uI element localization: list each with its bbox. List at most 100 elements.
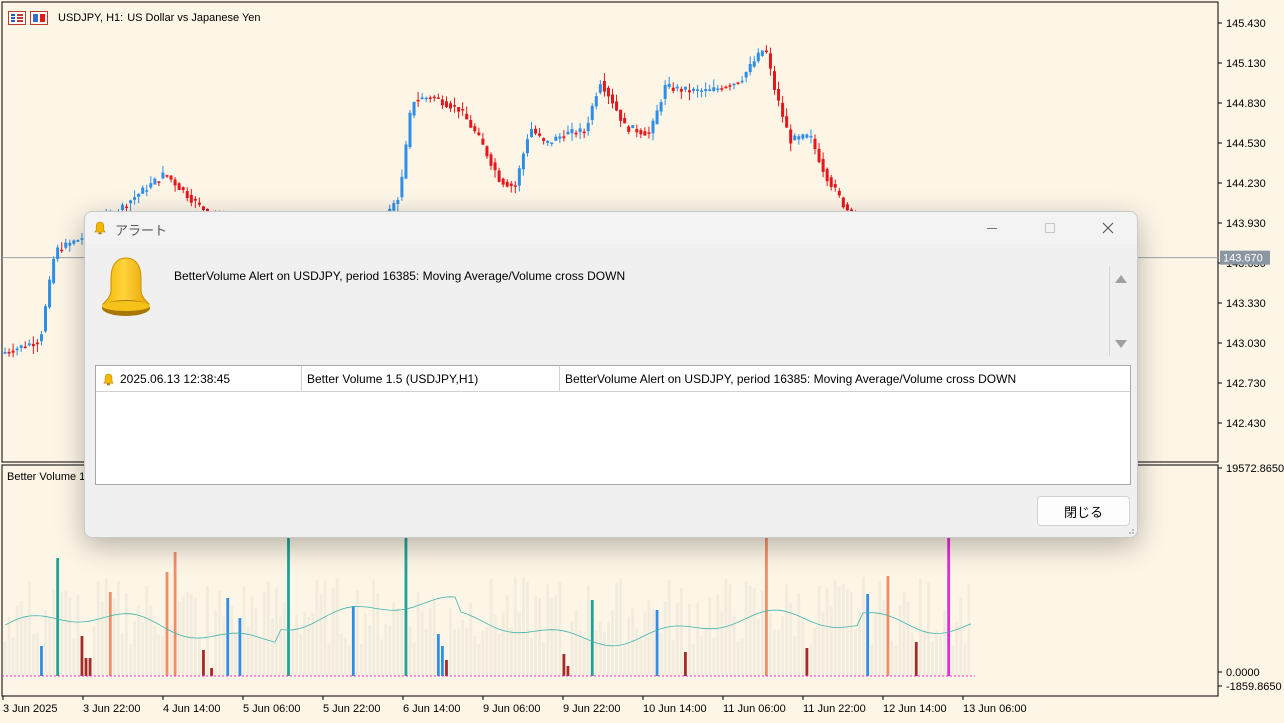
volume-bar <box>935 630 938 676</box>
alert-list[interactable]: 2025.06.13 12:38:45 Better Volume 1.5 (U… <box>95 365 1131 485</box>
candle-body <box>513 185 517 187</box>
price-tick-label: 143.330 <box>1226 298 1266 310</box>
volume-tick-label: 0.0000 <box>1226 667 1260 679</box>
candle-body <box>704 88 708 91</box>
volume-bar <box>133 621 136 676</box>
candle-body <box>469 120 473 128</box>
candle-body <box>712 87 716 91</box>
candle-body <box>149 183 153 188</box>
volume-bar <box>230 606 234 676</box>
volume-bar <box>635 628 639 676</box>
volume-bar <box>372 579 375 676</box>
close-button[interactable]: 閉じる <box>1037 496 1130 526</box>
volume-bar <box>647 600 651 676</box>
volume-bar <box>773 629 776 676</box>
volume-bar <box>878 581 882 676</box>
candle-body <box>631 125 635 128</box>
price-tick-label: 143.030 <box>1226 338 1266 350</box>
volume-bar <box>870 644 874 676</box>
volume-bar <box>323 580 327 676</box>
volume-bar <box>60 592 64 676</box>
volume-bar <box>218 590 222 676</box>
volume-bar <box>882 599 886 676</box>
volume-bar <box>72 639 76 676</box>
candle-body <box>161 172 165 179</box>
volume-bar <box>157 635 161 676</box>
volume-bar <box>287 536 290 676</box>
candle-body <box>615 101 619 111</box>
volume-bar <box>303 611 307 676</box>
volume-bar <box>562 654 566 676</box>
message-scrollbar[interactable] <box>1109 266 1131 356</box>
price-tick-label: 145.430 <box>1226 18 1266 30</box>
volume-bar <box>165 572 169 676</box>
time-tick-label: 5 Jun 22:00 <box>323 703 381 715</box>
minimize-button[interactable] <box>963 212 1021 244</box>
candle-body <box>60 249 64 252</box>
candle-body <box>68 242 72 246</box>
alert-dialog[interactable]: アラート BetterVolume Alert on USDJPY, perio… <box>84 211 1138 538</box>
volume-bar <box>643 612 647 676</box>
volume-bar <box>420 611 424 676</box>
volume-bar <box>898 605 902 676</box>
volume-bar <box>688 603 691 676</box>
volume-bar <box>189 594 193 676</box>
candle-body <box>177 183 181 191</box>
candle-body <box>748 64 752 73</box>
candle-body <box>420 97 424 100</box>
volume-bar <box>611 610 614 676</box>
window-close-button[interactable] <box>1079 212 1137 244</box>
maximize-button[interactable] <box>1021 212 1079 244</box>
candle-body <box>125 206 128 209</box>
volume-bar <box>242 587 246 676</box>
volume-bar <box>837 586 841 676</box>
volume-bar <box>408 626 412 676</box>
candle-body <box>744 72 748 78</box>
price-tick-label: 144.830 <box>1226 98 1266 110</box>
candle-body <box>473 126 477 132</box>
volume-bar <box>631 608 635 676</box>
volume-bar <box>100 601 104 676</box>
time-tick-label: 5 Jun 06:00 <box>243 703 301 715</box>
candle-body <box>485 146 489 157</box>
candle-body <box>19 345 23 348</box>
volume-bar <box>671 639 675 676</box>
resize-grip-icon[interactable] <box>1125 525 1135 535</box>
volume-bar <box>931 641 934 676</box>
volume-bar <box>193 597 197 676</box>
minimize-icon <box>987 228 997 229</box>
candle-body <box>534 128 538 134</box>
dialog-titlebar[interactable]: アラート <box>85 212 1137 244</box>
volume-bar <box>538 598 541 676</box>
volume-bar <box>943 610 946 676</box>
volume-bar <box>833 580 837 676</box>
volume-bar <box>939 635 942 676</box>
candle-body <box>7 351 11 354</box>
candle-body <box>801 134 805 139</box>
volume-bar <box>469 602 473 676</box>
volume-bar <box>210 668 213 676</box>
volume-bar <box>663 600 667 676</box>
volume-bar <box>424 629 428 676</box>
volume-bar <box>351 606 355 676</box>
candle-body <box>432 96 436 99</box>
candle-body <box>145 190 149 192</box>
volume-bar <box>914 642 918 676</box>
volume-bar <box>619 578 622 676</box>
list-item[interactable]: 2025.06.13 12:38:45 Better Volume 1.5 (U… <box>96 366 1130 392</box>
candle-body <box>404 144 408 179</box>
volume-bar <box>274 588 278 676</box>
scroll-up-icon[interactable] <box>1115 274 1127 284</box>
time-tick-label: 13 Jun 06:00 <box>963 703 1027 715</box>
indicator-title: Better Volume 1 <box>7 471 86 483</box>
volume-bar <box>145 585 149 676</box>
candle-body <box>457 107 461 112</box>
volume-tick-label: 19572.8650 <box>1226 463 1284 475</box>
volume-bar <box>829 605 833 676</box>
volume-bar <box>607 622 610 676</box>
volume-bar <box>477 644 481 676</box>
volume-bar <box>724 579 728 676</box>
volume-bar <box>951 645 955 676</box>
volume-bar <box>400 611 404 676</box>
scroll-down-icon[interactable] <box>1115 339 1127 349</box>
